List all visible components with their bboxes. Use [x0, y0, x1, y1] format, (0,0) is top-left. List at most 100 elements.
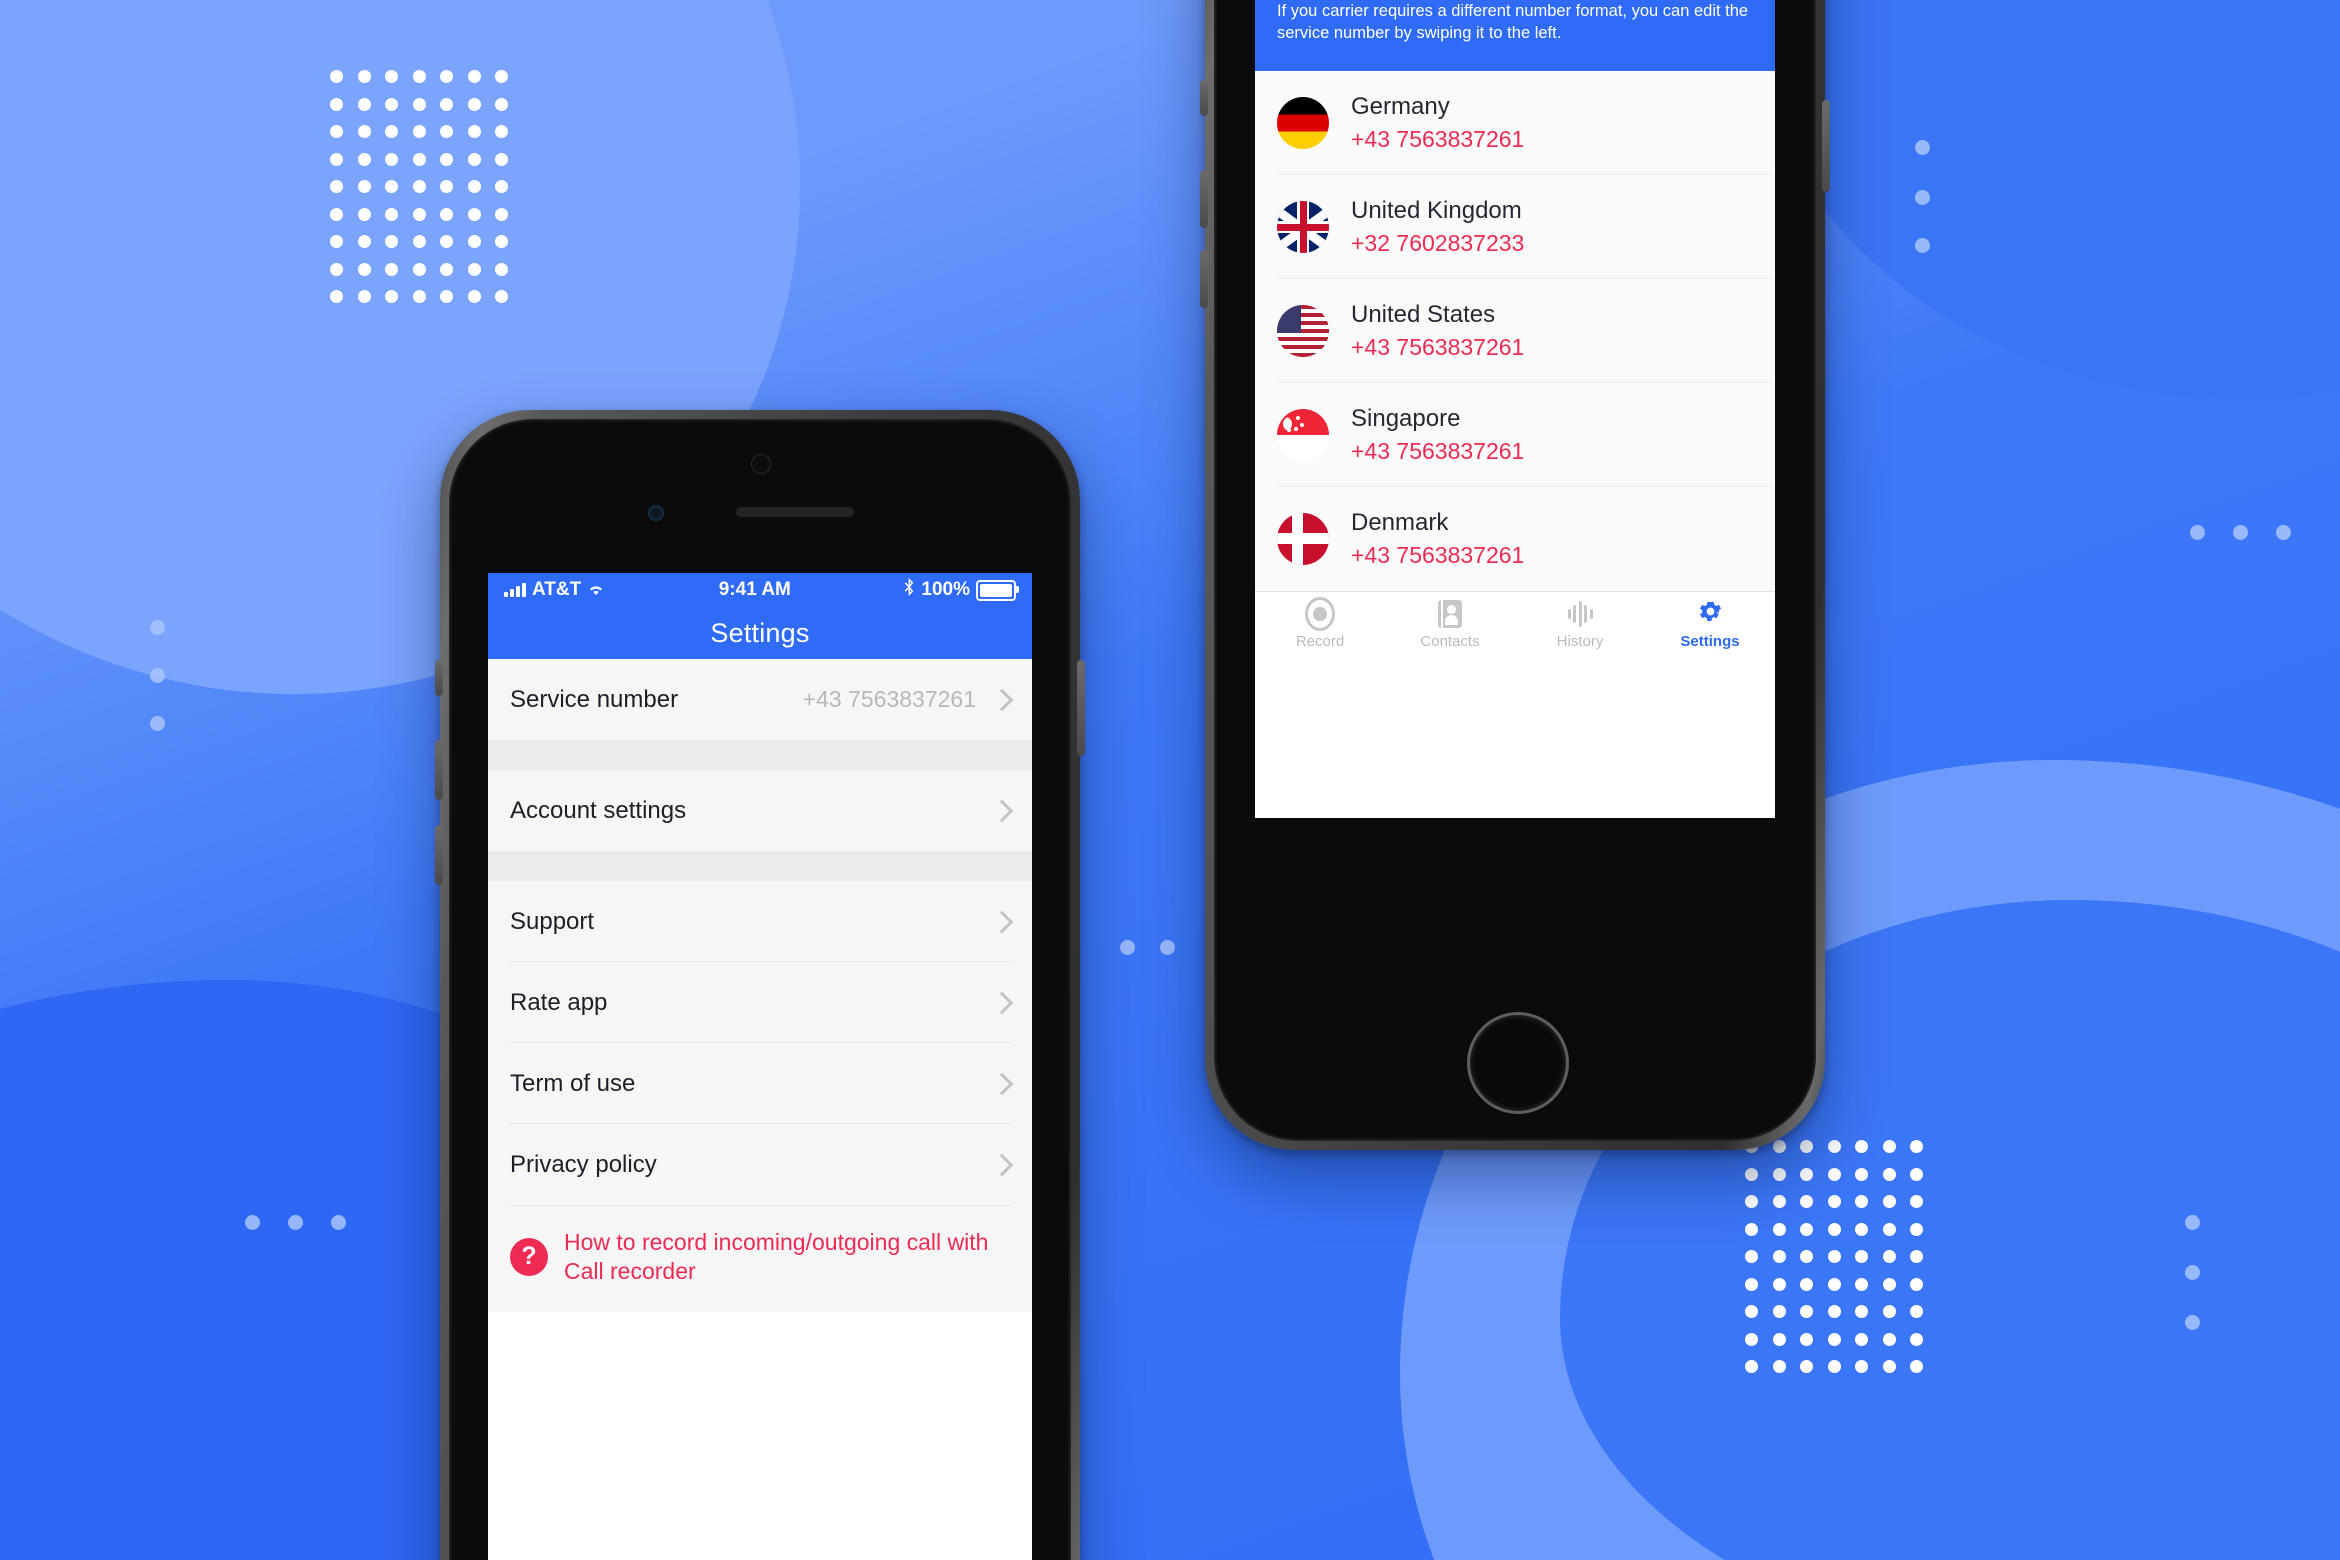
settings-row-label: Service number — [510, 685, 679, 713]
home-button[interactable] — [1467, 1012, 1569, 1114]
accent-dot — [1160, 940, 1175, 955]
chevron-right-icon — [990, 1153, 1014, 1176]
decorative-dot — [1855, 1195, 1868, 1208]
volume-up-button-left[interactable] — [435, 740, 443, 800]
mute-switch[interactable] — [1200, 80, 1208, 116]
settings-row-support[interactable]: Support — [488, 881, 1032, 962]
flag-united-states-icon — [1277, 305, 1329, 358]
front-camera-icon — [751, 454, 771, 474]
country-number: +32 7602837233 — [1351, 229, 1525, 256]
accent-dot — [1915, 238, 1930, 253]
battery-icon-left — [975, 579, 1019, 601]
accent-dot — [331, 1215, 346, 1230]
country-name: Germany — [1351, 92, 1450, 120]
accent-dot — [2185, 1265, 2200, 1280]
settings-row-account-settings[interactable]: Account settings — [488, 770, 1032, 851]
gear-icon — [1697, 598, 1724, 630]
earpiece-speaker — [736, 507, 854, 517]
settings-row-label: Privacy policy — [510, 1150, 657, 1178]
country-row[interactable]: Singapore +43 7563837261 — [1255, 383, 1775, 488]
mute-switch-left[interactable] — [435, 660, 443, 696]
country-row[interactable]: United Kingdom +32 7602837233 — [1255, 175, 1775, 280]
decorative-dot — [1855, 1222, 1868, 1236]
decorative-dot — [1772, 1277, 1786, 1291]
decorative-dot — [1772, 1360, 1786, 1373]
settings-row-label: Rate app — [510, 988, 608, 1016]
decorative-dot — [385, 235, 398, 248]
tab-settings[interactable]: Settings — [1645, 592, 1775, 658]
decorative-dot — [1827, 1222, 1841, 1236]
decorative-dot — [330, 180, 343, 193]
how-to-record-link[interactable]: ? How to record incoming/outgoing call w… — [488, 1206, 1032, 1312]
decorative-dot — [1745, 1250, 1758, 1263]
chevron-right-icon — [990, 799, 1014, 822]
tab-label: Contacts — [1420, 633, 1480, 651]
settings-group-gap — [488, 851, 1032, 881]
decorative-dot — [1745, 1360, 1758, 1373]
decorative-dot — [440, 207, 453, 221]
decorative-dot — [1882, 1277, 1896, 1291]
decorative-dot — [1772, 1195, 1786, 1208]
signal-bars-icon-left — [504, 583, 526, 597]
decorative-dot — [412, 125, 426, 138]
decorative-dot — [467, 262, 481, 276]
decorative-dot — [330, 97, 343, 111]
decorative-dot — [440, 70, 453, 83]
decorative-dot — [1800, 1250, 1813, 1263]
settings-row-term-of-use[interactable]: Term of use — [488, 1043, 1032, 1124]
decorative-dot — [1855, 1250, 1868, 1263]
decorative-dot — [1772, 1305, 1786, 1318]
country-number: +43 7563837261 — [1351, 125, 1525, 152]
accent-dot — [245, 1215, 260, 1230]
decorative-dot — [357, 70, 371, 83]
decorative-dot — [1800, 1360, 1813, 1373]
decorative-dot — [467, 70, 481, 83]
country-row[interactable]: Germany +43 7563837261 — [1255, 71, 1775, 176]
settings-row-privacy-policy[interactable]: Privacy policy — [488, 1124, 1032, 1205]
volume-up-button[interactable] — [1200, 170, 1208, 228]
volume-down-button-left[interactable] — [435, 825, 443, 885]
record-icon — [1305, 597, 1335, 632]
settings-row-rate-app[interactable]: Rate app — [488, 962, 1032, 1043]
phone-left: AT&T 9:41 AM 100% Settings Service numbe… — [435, 410, 1085, 1560]
decorative-dot — [1745, 1305, 1758, 1318]
decorative-dot — [495, 70, 508, 83]
decorative-dot — [357, 290, 371, 303]
proximity-sensor-icon — [648, 505, 664, 521]
decorative-dot — [412, 152, 426, 166]
accent-dot — [1915, 140, 1930, 155]
chevron-right-icon — [990, 688, 1014, 711]
decorative-dot — [495, 207, 508, 221]
accent-dot — [150, 668, 165, 683]
decorative-dot — [1910, 1167, 1923, 1181]
status-time-left: 9:41 AM — [718, 579, 791, 600]
decorative-dot — [1800, 1332, 1813, 1346]
chevron-right-icon — [990, 1072, 1014, 1095]
decorative-dot — [412, 207, 426, 221]
decorative-dot — [1882, 1332, 1896, 1346]
accent-dot — [2276, 525, 2291, 540]
country-row[interactable]: Denmark +43 7563837261 — [1255, 487, 1775, 592]
decorative-dot — [495, 97, 508, 111]
decorative-dot — [385, 207, 398, 221]
power-button-left[interactable] — [1077, 660, 1085, 756]
tab-contacts[interactable]: Contacts — [1385, 592, 1515, 658]
volume-down-button[interactable] — [1200, 250, 1208, 308]
description-paragraph-2: If you carrier requires a different numb… — [1277, 1, 1749, 43]
settings-row-service-number[interactable]: Service number +43 7563837261 — [488, 659, 1032, 740]
country-name: United Kingdom — [1351, 196, 1522, 224]
decorative-dot — [1827, 1305, 1841, 1318]
power-button[interactable] — [1822, 100, 1830, 192]
decorative-dot — [1910, 1250, 1923, 1263]
country-row[interactable]: United States +43 7563837261 — [1255, 279, 1775, 384]
contacts-icon — [1438, 600, 1462, 629]
tab-label: Record — [1295, 633, 1345, 651]
navbar-left: Settings — [488, 607, 1032, 659]
screen-right: AT&T 9:41 AM 100% Sett — [1255, 0, 1775, 818]
decorative-dot — [385, 180, 398, 193]
tab-record[interactable]: Record — [1255, 592, 1385, 658]
carrier-label-left: AT&T — [532, 579, 582, 600]
tab-history[interactable]: History — [1515, 592, 1645, 658]
settings-row-label: Support — [510, 907, 595, 935]
decorative-dot — [1745, 1167, 1758, 1181]
